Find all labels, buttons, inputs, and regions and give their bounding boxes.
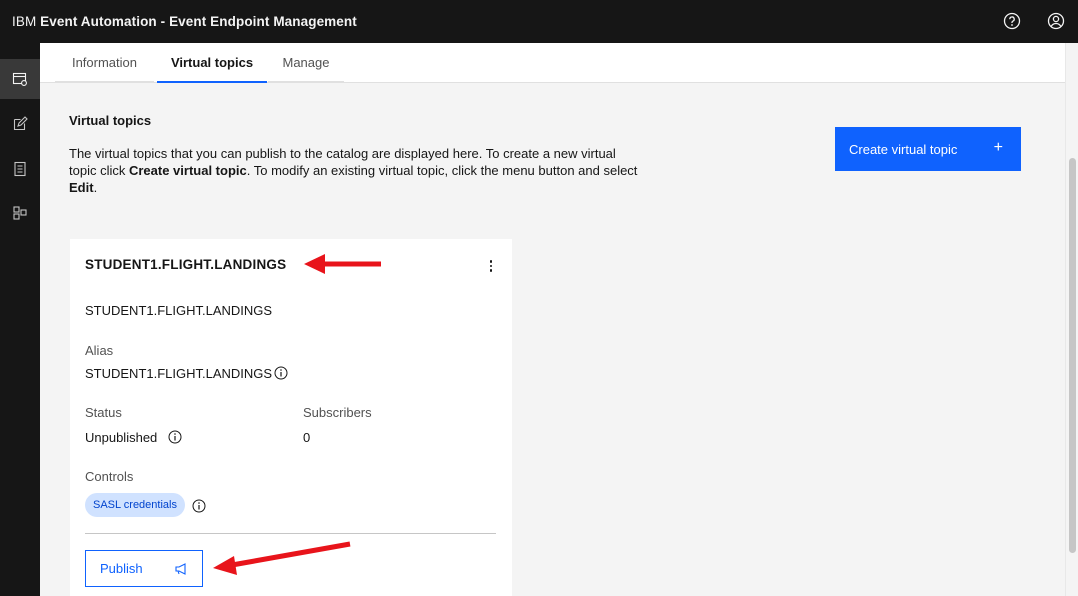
subscribers-label: Subscribers [303, 405, 372, 420]
alias-info-icon[interactable] [274, 366, 288, 380]
section-description: The virtual topics that you can publish … [69, 145, 669, 196]
description-emphasis: Create virtual topic [128, 163, 247, 178]
app-title[interactable]: IBM Event Automation - Event Endpoint Ma… [0, 14, 357, 29]
section-title: Virtual topics [69, 113, 152, 128]
nav-catalog-settings[interactable] [0, 59, 40, 99]
document-icon [14, 161, 26, 177]
status-label: Status [85, 405, 122, 420]
side-navigation [0, 43, 40, 596]
nav-topology[interactable] [0, 193, 40, 233]
help-icon[interactable] [1002, 11, 1022, 31]
alias-value: STUDENT1.FLIGHT.LANDINGS [85, 366, 273, 381]
card-divider [85, 533, 496, 534]
subscribers-value: 0 [303, 430, 311, 445]
description-text: topic click [69, 163, 129, 178]
publish-button-label: Publish [100, 561, 143, 576]
plus-icon: + [993, 139, 1003, 156]
description-emphasis: Edit [69, 180, 94, 195]
scrollbar-thumb[interactable] [1069, 158, 1076, 553]
create-button-label: Create virtual topic [849, 141, 958, 157]
nav-edit[interactable] [0, 104, 40, 144]
overflow-menu-icon[interactable] [483, 257, 499, 275]
status-info-icon[interactable] [168, 430, 182, 444]
topology-icon [13, 206, 27, 220]
nav-documents[interactable] [0, 149, 40, 189]
megaphone-icon [175, 563, 186, 575]
description-line-1: The virtual topics that you can publish … [69, 146, 616, 161]
tab-information[interactable]: Information [55, 43, 154, 83]
create-virtual-topic-button[interactable]: Create virtual topic + [835, 127, 1021, 171]
app-header: IBM Event Automation - Event Endpoint Ma… [0, 0, 1078, 43]
tab-manage[interactable]: Manage [268, 43, 344, 83]
description-line-2: topic click Create virtual topic. To mod… [69, 162, 669, 179]
status-value: Unpublished [85, 430, 158, 445]
card-title: STUDENT1.FLIGHT.LANDINGS [85, 257, 287, 272]
tab-bar: Information Virtual topics Manage [40, 43, 1065, 83]
publish-button[interactable]: Publish [85, 550, 203, 587]
catalog-settings-icon [12, 72, 27, 86]
alias-label: Alias [85, 343, 114, 358]
description-text: . To modify an existing virtual topic, c… [246, 163, 638, 178]
description-line-3: Edit. [69, 179, 669, 196]
edit-icon [13, 116, 28, 131]
controls-label: Controls [85, 469, 134, 484]
brand-product: Event Automation - Event Endpoint Manage… [40, 14, 357, 29]
description-text: . [93, 180, 98, 195]
user-avatar-icon[interactable] [1046, 11, 1066, 31]
topic-name: STUDENT1.FLIGHT.LANDINGS [85, 303, 273, 318]
brand-prefix: IBM [12, 14, 37, 29]
sasl-credentials-tag: SASL credentials [85, 493, 185, 517]
controls-info-icon[interactable] [192, 499, 206, 513]
virtual-topic-card: STUDENT1.FLIGHT.LANDINGS STUDENT1.FLIGHT… [70, 239, 512, 596]
tab-virtual-topics[interactable]: Virtual topics [157, 43, 267, 83]
